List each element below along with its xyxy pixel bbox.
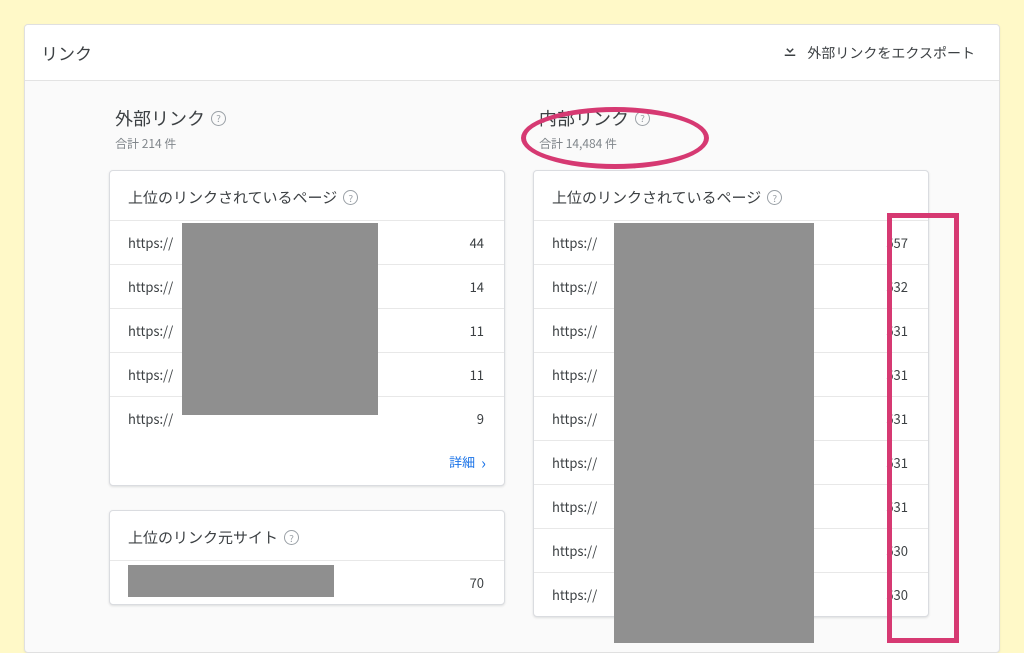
- help-icon[interactable]: ?: [635, 111, 650, 126]
- page-panel: リンク 外部リンクをエクスポート 外部リンク ? 合計 214 件 上位のリンク…: [24, 24, 1000, 653]
- redaction-mask: [182, 223, 378, 415]
- topbar: リンク 外部リンクをエクスポート: [25, 25, 999, 81]
- link-count: 14: [417, 265, 504, 309]
- internal-heading: 内部リンク ?: [539, 105, 650, 131]
- internal-section-head: 内部リンク ? 合計 14,484 件: [533, 105, 929, 152]
- link-count: 11: [417, 353, 504, 397]
- link-count: 44: [417, 221, 504, 265]
- export-button[interactable]: 外部リンクをエクスポート: [781, 41, 975, 64]
- link-count: 530: [841, 529, 928, 573]
- internal-column: 内部リンク ? 合計 14,484 件 上位のリンクされているページ ? htt…: [533, 105, 929, 652]
- card-title-text: 上位のリンクされているページ: [552, 187, 761, 208]
- card-title: 上位のリンクされているページ ?: [110, 171, 504, 220]
- external-top-linked-card: 上位のリンクされているページ ? https://44 https://14 h…: [109, 170, 505, 486]
- card-title: 上位のリンクされているページ ?: [534, 171, 928, 220]
- link-count: 9: [417, 397, 504, 441]
- more-label: 詳細: [449, 452, 475, 471]
- download-icon: [781, 41, 799, 64]
- more-button[interactable]: 詳細 ›: [110, 440, 504, 485]
- link-count: 531: [841, 309, 928, 353]
- external-total: 合計 214 件: [115, 135, 505, 152]
- internal-total: 合計 14,484 件: [539, 135, 929, 152]
- export-label: 外部リンクをエクスポート: [807, 43, 975, 63]
- external-heading: 外部リンク ?: [115, 105, 226, 131]
- help-icon[interactable]: ?: [343, 190, 358, 205]
- link-count: 530: [841, 573, 928, 617]
- link-count: 11: [417, 309, 504, 353]
- link-count: 531: [841, 353, 928, 397]
- internal-heading-text: 内部リンク: [539, 105, 629, 131]
- link-count: 531: [841, 485, 928, 529]
- link-count: 557: [841, 221, 928, 265]
- chevron-right-icon: ›: [481, 454, 486, 470]
- help-icon[interactable]: ?: [767, 190, 782, 205]
- page-title: リンク: [41, 40, 92, 65]
- card-title-text: 上位のリンク元サイト: [128, 527, 278, 548]
- redaction-mask: [614, 223, 814, 643]
- external-section-head: 外部リンク ? 合計 214 件: [109, 105, 505, 152]
- help-icon[interactable]: ?: [284, 530, 299, 545]
- site-count: 70: [417, 561, 504, 605]
- content: 外部リンク ? 合計 214 件 上位のリンクされているページ ? https:…: [25, 81, 999, 652]
- help-icon[interactable]: ?: [211, 111, 226, 126]
- external-heading-text: 外部リンク: [115, 105, 205, 131]
- internal-top-linked-card: 上位のリンクされているページ ? https://557 https://532…: [533, 170, 929, 617]
- external-top-sites-card: 上位のリンク元サイト ? 70: [109, 510, 505, 605]
- link-count: 531: [841, 397, 928, 441]
- link-count: 532: [841, 265, 928, 309]
- card-title-text: 上位のリンクされているページ: [128, 187, 337, 208]
- link-count: 531: [841, 441, 928, 485]
- redaction-mask: [128, 565, 334, 597]
- card-title: 上位のリンク元サイト ?: [110, 511, 504, 560]
- external-column: 外部リンク ? 合計 214 件 上位のリンクされているページ ? https:…: [109, 105, 505, 652]
